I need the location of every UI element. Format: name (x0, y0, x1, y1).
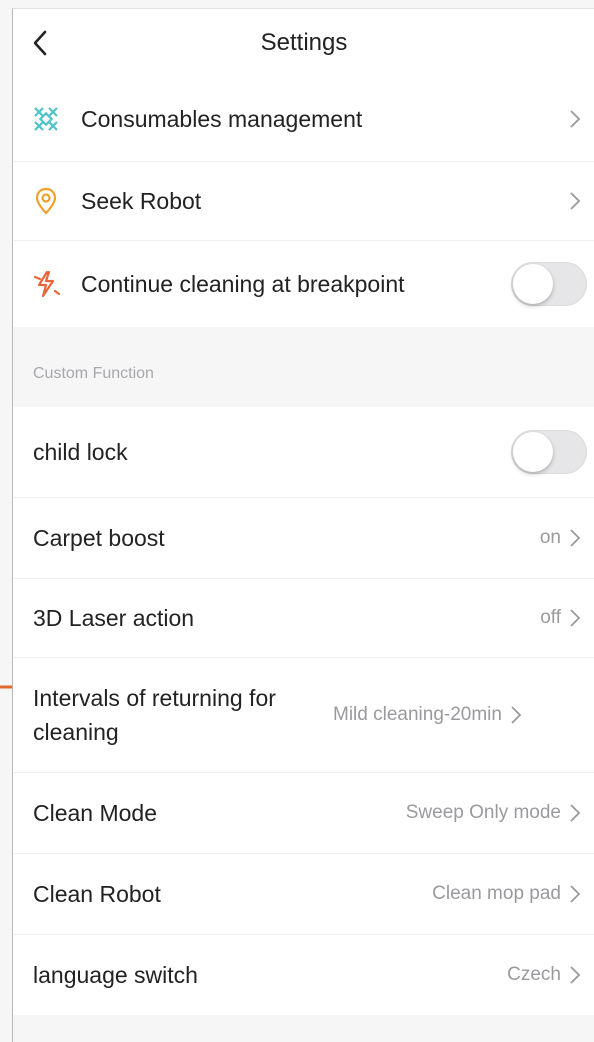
row-label: 3D Laser action (33, 605, 195, 631)
row-return-intervals[interactable]: Intervals of returning for cleaning Mild… (13, 658, 594, 773)
row-label: language switch (33, 962, 198, 988)
chevron-right-icon (570, 110, 581, 128)
chevron-right-icon (570, 192, 581, 210)
toggle-knob (513, 432, 553, 472)
child-lock-toggle[interactable] (511, 430, 587, 474)
breakpoint-toggle[interactable] (511, 262, 587, 306)
chevron-right-icon (570, 885, 581, 903)
row-label: Seek Robot (81, 188, 202, 214)
row-continue-cleaning-breakpoint: Continue cleaning at breakpoint (13, 241, 594, 327)
chevron-right-icon (511, 706, 522, 724)
section-label: Custom Function (33, 365, 154, 382)
row-label: Carpet boost (33, 525, 165, 551)
page-title: Settings (260, 29, 348, 56)
header-bar: Settings (13, 9, 594, 77)
chevron-right-icon (570, 804, 581, 822)
row-value: Czech (507, 964, 561, 985)
row-consumables-management[interactable]: Consumables management (13, 77, 594, 162)
chevron-right-icon (570, 609, 581, 627)
row-label: Clean Mode (33, 800, 158, 826)
row-label: Clean Robot (33, 881, 161, 907)
row-label: Intervals of returning for cleaning (33, 685, 276, 745)
row-clean-robot[interactable]: Clean Robot Clean mop pad (13, 854, 594, 935)
row-label: Consumables management (81, 106, 363, 132)
row-language-switch[interactable]: language switch Czech (13, 935, 594, 1015)
row-child-lock: child lock (13, 407, 594, 498)
section-header-custom-function: Custom Function (13, 327, 594, 407)
settings-screen: Settings Consumables management Seek Rob… (12, 8, 594, 1042)
row-label: Continue cleaning at breakpoint (81, 271, 405, 297)
breakpoint-icon (31, 269, 61, 299)
row-value: Sweep Only mode (405, 802, 561, 823)
chevron-right-icon (570, 966, 581, 984)
row-label: child lock (33, 439, 128, 465)
location-pin-icon (31, 186, 61, 216)
row-value: on (539, 527, 561, 548)
row-seek-robot[interactable]: Seek Robot (13, 162, 594, 241)
row-3d-laser-action[interactable]: 3D Laser action off (13, 579, 594, 658)
row-value: Mild cleaning-20min (333, 704, 502, 725)
chevron-right-icon (570, 529, 581, 547)
toggle-knob (513, 264, 553, 304)
row-carpet-boost[interactable]: Carpet boost on (13, 498, 594, 579)
row-clean-mode[interactable]: Clean Mode Sweep Only mode (13, 773, 594, 854)
consumables-icon (31, 104, 61, 134)
bottom-spacer (13, 1015, 594, 1042)
row-value: Clean mop pad (432, 883, 561, 904)
row-value: off (540, 607, 561, 628)
